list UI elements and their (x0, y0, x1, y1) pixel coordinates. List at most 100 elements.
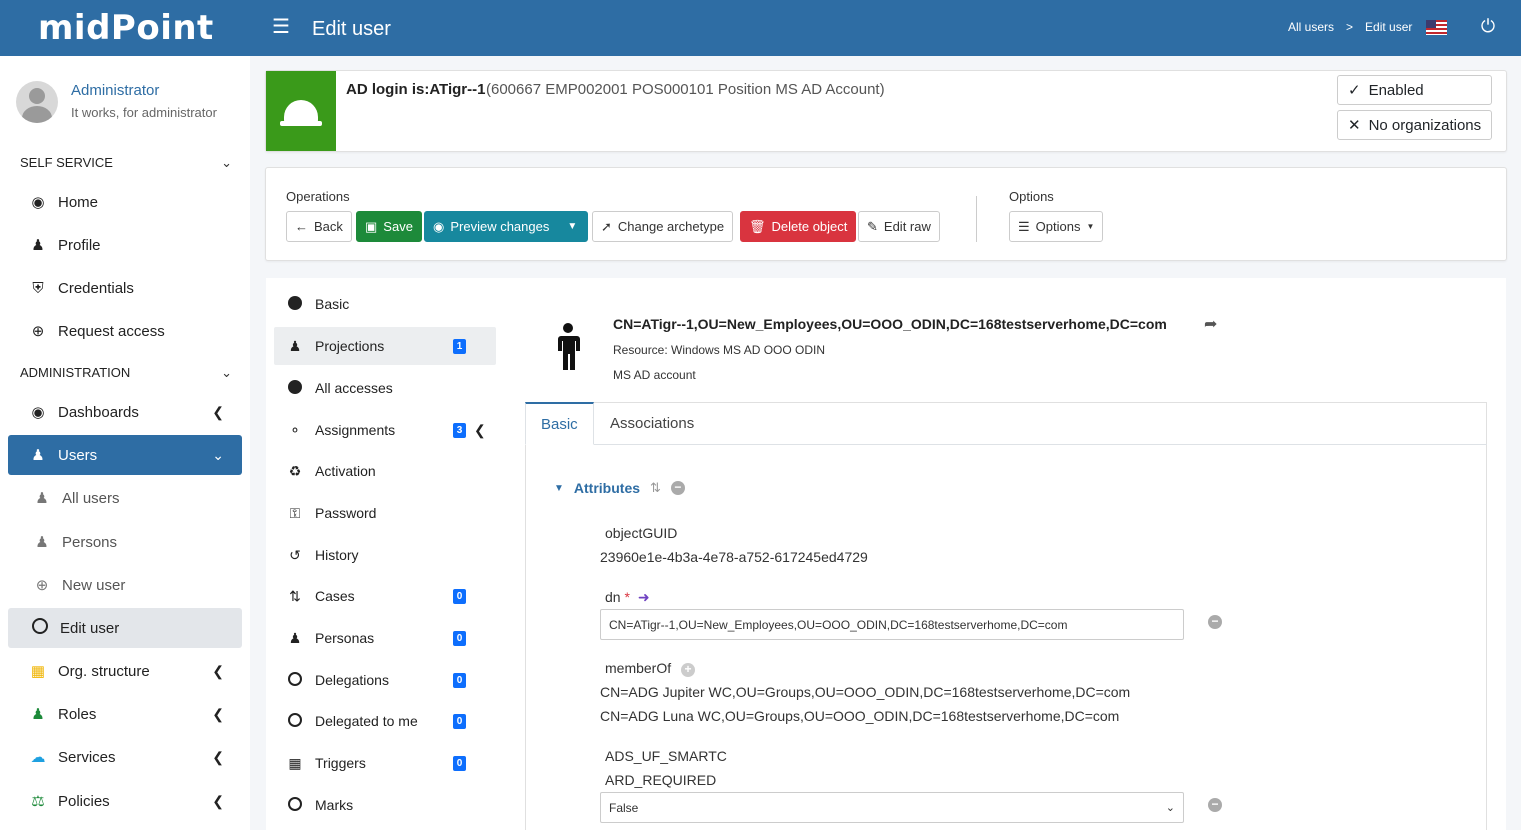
objectguid-value: 23960e1e-4b3a-4e78-a752-617245ed4729 (600, 549, 868, 565)
menu-item-label: Password (315, 505, 377, 521)
menu-item-label: Projections (315, 338, 385, 354)
menu-item-label: Basic (315, 296, 350, 312)
sidebar-item-edit-user[interactable]: Edit user (8, 608, 242, 648)
dashboard-icon: ◉ (31, 194, 45, 211)
plus-circle-icon: ⊕ (35, 577, 49, 594)
options-button[interactable]: ☰ Options ▼ (1009, 211, 1104, 242)
sidebar-item-label: Credentials (58, 279, 134, 297)
sidebar-item-new-user[interactable]: ⊕ New user (8, 565, 242, 605)
enabled-tag[interactable]: ✓ Enabled (1337, 75, 1492, 105)
menu-item-history[interactable]: ↺ History (274, 536, 496, 574)
share-arrow-icon[interactable]: ➦ (1204, 314, 1217, 334)
menu-item-all-accesses[interactable]: All accesses (274, 369, 496, 407)
save-button[interactable]: ▣ Save (356, 211, 422, 242)
menu-toggle-icon[interactable]: ☰ (272, 17, 290, 37)
sidebar-item-label: All users (62, 489, 120, 507)
history-icon: ↺ (289, 546, 301, 563)
sidebar-item-request-access[interactable]: ⊕ Request access (8, 311, 242, 351)
options-label: Options (1009, 189, 1054, 204)
add-icon[interactable]: + (681, 663, 696, 677)
preview-changes-button[interactable]: ◉ Preview changes ▼ (424, 211, 588, 242)
menu-item-personas[interactable]: ♟ Personas 0 (274, 619, 496, 657)
midpoint-logo[interactable]: midPoint (38, 8, 214, 48)
eye-icon: ◉ (433, 218, 445, 234)
menu-item-cases[interactable]: ⇅ Cases 0 (274, 577, 496, 615)
sidebar-item-all-users[interactable]: ♟ All users (8, 478, 242, 518)
smartcard-selected-value: False (609, 800, 639, 815)
sidebar-item-home[interactable]: ◉ Home (8, 182, 242, 222)
sidebar-item-profile[interactable]: ♟ Profile (8, 225, 242, 265)
remove-icon[interactable]: − (1208, 798, 1222, 812)
projection-resource: Resource: Windows MS AD OOO ODIN (613, 343, 826, 357)
user-icon: ♟ (35, 534, 49, 551)
circle-icon (286, 796, 304, 814)
sidebar-item-label: Dashboards (58, 403, 139, 421)
sidebar-item-label: New user (62, 576, 126, 594)
menu-item-delegated-to-me[interactable]: Delegated to me 0 (274, 702, 496, 740)
sidebar-item-org-structure[interactable]: ▦ Org. structure ❮ (8, 651, 242, 691)
projection-kind: MS AD account (613, 368, 696, 382)
user-icon: ♟ (35, 490, 49, 507)
sidebar-item-label: Roles (58, 705, 97, 723)
menu-item-label: Delegations (315, 672, 389, 688)
delete-label: Delete object (771, 219, 848, 234)
breadcrumb-all-users[interactable]: All users (1288, 20, 1334, 34)
memberof-value: CN=ADG Luna WC,OU=Groups,OU=OOO_ODIN,DC=… (600, 708, 1120, 724)
edit-raw-button[interactable]: ✎ Edit raw (858, 211, 940, 242)
memberof-label-text: memberOf (605, 660, 672, 676)
sidebar-item-services[interactable]: ☁ Services ❮ (8, 737, 242, 777)
menu-item-password[interactable]: ⚿ Password (274, 494, 496, 532)
section-self-service[interactable]: SELF SERVICE ⌄ (20, 155, 232, 171)
smartcard-select[interactable]: False ⌄ (600, 792, 1184, 823)
menu-item-triggers[interactable]: ▦ Triggers 0 (274, 744, 496, 782)
menu-item-activation[interactable]: ♻ Activation (274, 452, 496, 490)
save-label: Save (383, 219, 413, 234)
dn-label: dn * ➜ (605, 589, 650, 606)
edit-icon: ✎ (867, 218, 878, 234)
sidebar-item-policies[interactable]: ⚖ Policies ❮ (8, 781, 242, 821)
us-flag-icon[interactable] (1426, 20, 1447, 35)
user-name[interactable]: Administrator (71, 82, 159, 99)
menu-item-delegations[interactable]: Delegations 0 (274, 661, 496, 699)
user-icon: ♟ (31, 447, 45, 464)
tab-associations[interactable]: Associations (595, 402, 709, 445)
sidebar-item-dashboards[interactable]: ◉ Dashboards ❮ (8, 392, 242, 432)
sidebar-item-credentials[interactable]: ⛨ Credentials (8, 268, 242, 308)
menu-item-assignments[interactable]: ⚬ Assignments 3 ❮ (274, 411, 496, 449)
chevron-left-icon: ❮ (474, 421, 486, 438)
sidebar-item-persons[interactable]: ♟ Persons (8, 522, 242, 562)
remove-icon[interactable]: − (670, 481, 685, 495)
floppy-icon: ▣ (365, 218, 378, 234)
sidebar-item-users[interactable]: ♟ Users ⌄ (8, 435, 242, 475)
attributes-header[interactable]: ▼ Attributes ⇅ − (554, 480, 685, 496)
circle-icon (26, 618, 54, 638)
back-button[interactable]: ← Back (286, 211, 352, 242)
count-badge: 0 (453, 672, 466, 688)
edit-raw-label: Edit raw (883, 219, 931, 234)
chevron-down-icon: ⌄ (1165, 802, 1175, 814)
organizations-tag[interactable]: ✕ No organizations (1337, 110, 1492, 140)
menu-item-label: Activation (315, 463, 376, 479)
sidebar-item-label: Request access (58, 322, 165, 340)
menu-item-basic[interactable]: Basic (274, 285, 496, 323)
caret-down-icon[interactable]: ▼ (554, 483, 564, 494)
caret-down-icon[interactable]: ▼ (567, 221, 577, 232)
remove-icon[interactable]: − (1208, 615, 1222, 629)
menu-item-label: Personas (315, 630, 375, 646)
dn-input[interactable]: CN=ATigr--1,OU=New_Employees,OU=OOO_ODIN… (600, 609, 1184, 640)
logout-power-icon[interactable]: ⏻ (1478, 16, 1498, 36)
delete-object-button[interactable]: 🗑 Delete object (740, 211, 857, 242)
menu-item-projections[interactable]: ♟ Projections 1 (274, 327, 496, 365)
user-icon: ♟ (31, 237, 45, 254)
section-administration[interactable]: ADMINISTRATION ⌄ (20, 365, 232, 381)
sort-icon[interactable]: ⇅ (650, 480, 661, 496)
sidebar-item-roles[interactable]: ♟ Roles ❮ (8, 694, 242, 734)
tab-basic[interactable]: Basic (525, 402, 594, 445)
menu-item-marks[interactable]: Marks (274, 786, 496, 824)
caret-down-icon: ▼ (1086, 222, 1095, 231)
person-icon (558, 323, 580, 370)
breadcrumb-separator: > (1346, 20, 1354, 34)
change-archetype-button[interactable]: ➚ Change archetype (592, 211, 734, 242)
menu-item-label: Assignments (315, 422, 396, 438)
close-icon: ✕ (1348, 117, 1361, 134)
